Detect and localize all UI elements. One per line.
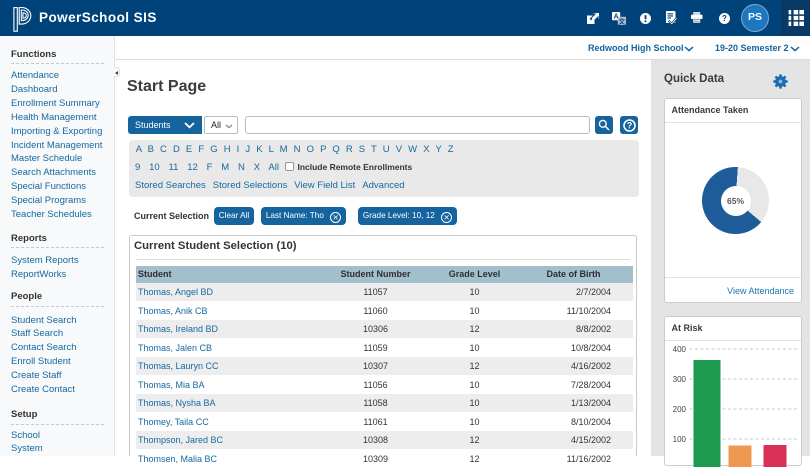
svg-text:文: 文 xyxy=(618,16,626,25)
svg-text:300: 300 xyxy=(672,375,686,384)
svg-text:100: 100 xyxy=(672,435,686,444)
svg-text:?: ? xyxy=(626,120,632,130)
svg-text:400: 400 xyxy=(672,345,686,354)
svg-text:?: ? xyxy=(722,14,727,23)
svg-text:200: 200 xyxy=(672,405,686,414)
